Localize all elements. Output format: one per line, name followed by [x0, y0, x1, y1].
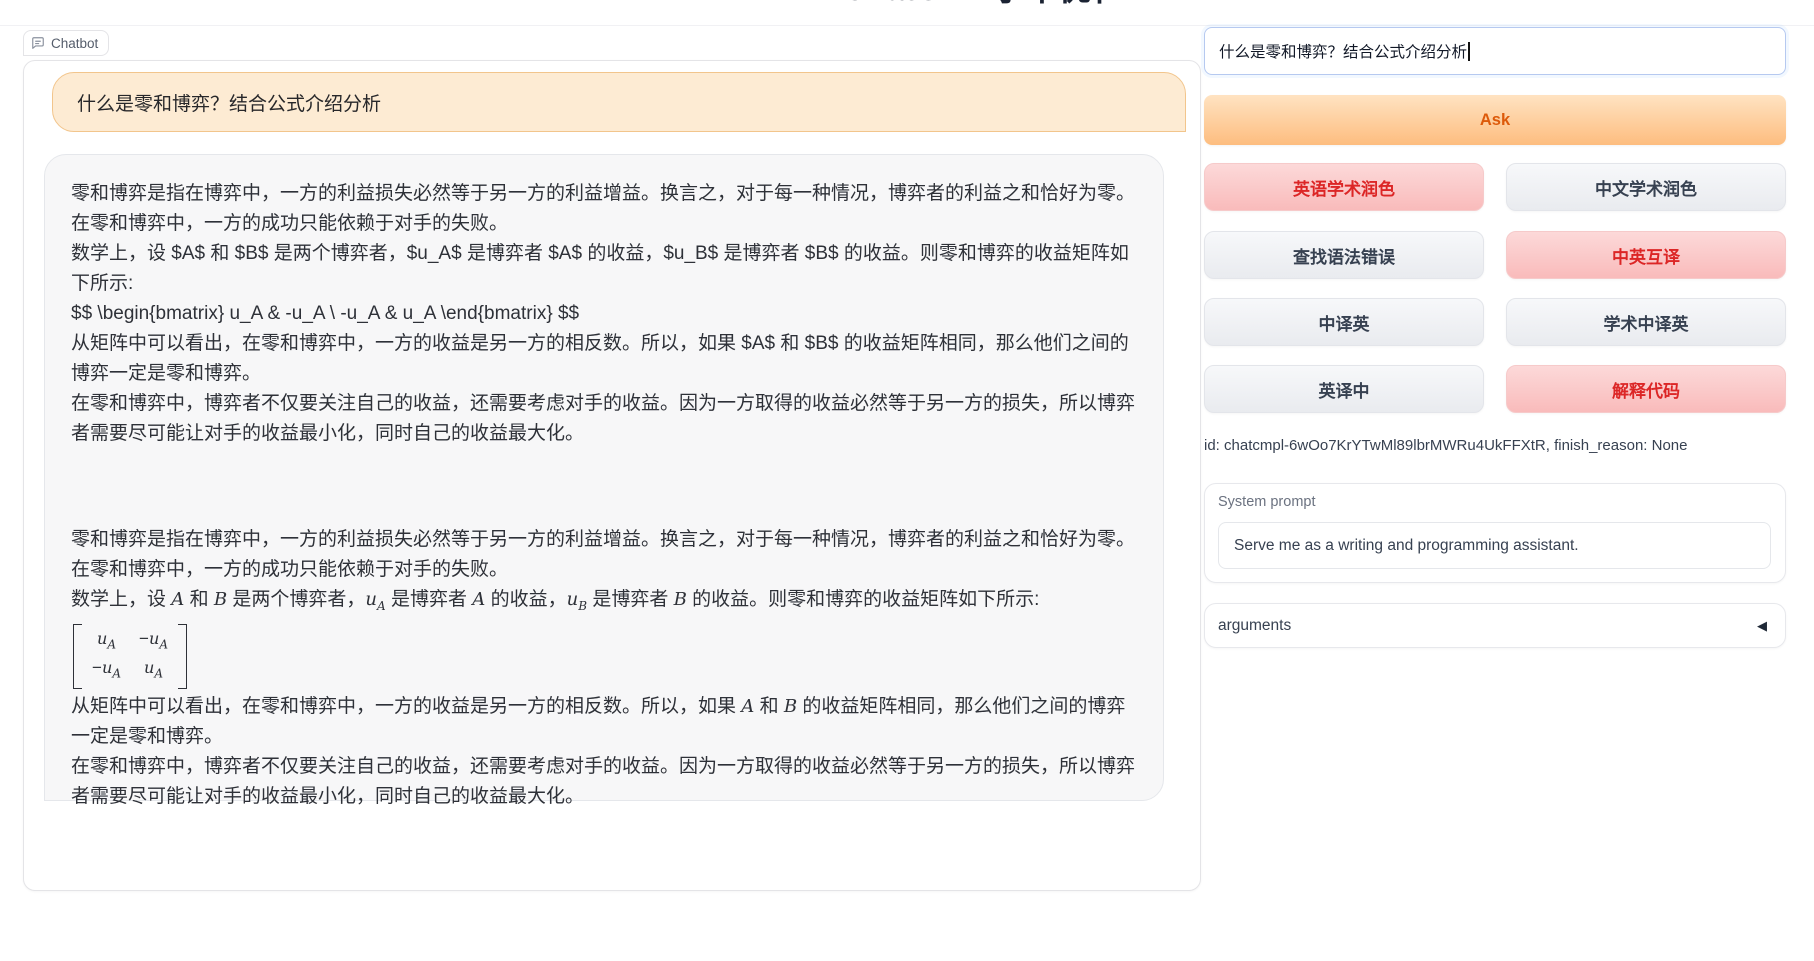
chatbot-label: Chatbot	[23, 30, 109, 56]
bot-rendered-paragraph: 数学上，设 A 和 B 是两个博弈者，uA 是博弈者 A 的收益，uB 是博弈者…	[71, 585, 1137, 621]
bot-raw-latex-line: $$ \begin{bmatrix} u_A & -u_A \ -u_A & u…	[71, 299, 1137, 329]
explain-code-button[interactable]: 解释代码	[1506, 365, 1786, 413]
bot-rendered-paragraph: 在零和博弈中，博弈者不仅要关注自己的收益，还需要考虑对手的收益。因为一方取得的收…	[71, 752, 1137, 812]
en-to-zh-button[interactable]: 英译中	[1204, 365, 1484, 413]
chinese-academic-polish-button[interactable]: 中文学术润色	[1506, 163, 1786, 211]
system-prompt-input[interactable]: Serve me as a writing and programming as…	[1218, 522, 1771, 569]
payoff-matrix: uA−uA−uAuA	[73, 624, 187, 689]
collapse-arrow-icon: ◀	[1757, 618, 1767, 634]
bot-raw-line: 数学上，设 $A$ 和 $B$ 是两个博弈者，$u_A$ 是博弈者 $A$ 的收…	[71, 239, 1137, 299]
user-message-bubble: 什么是零和博弈？结合公式介绍分析	[52, 72, 1186, 132]
arguments-accordion-label: arguments	[1218, 617, 1291, 635]
bot-rendered-block: 零和博弈是指在博弈中，一方的利益损失必然等于另一方的利益增益。换言之，对于每一种…	[71, 525, 1137, 812]
zh-en-mutual-translate-button[interactable]: 中英互译	[1506, 231, 1786, 279]
top-divider	[0, 25, 1814, 26]
find-grammar-errors-button[interactable]: 查找语法错误	[1204, 231, 1484, 279]
academic-zh-to-en-button[interactable]: 学术中译英	[1506, 298, 1786, 346]
bot-raw-line: 从矩阵中可以看出，在零和博弈中，一方的收益是另一方的相反数。所以，如果 $A$ …	[71, 329, 1137, 389]
system-prompt-card: System prompt Serve me as a writing and …	[1204, 483, 1786, 583]
question-input-value: 什么是零和博弈？结合公式介绍分析	[1219, 40, 1467, 62]
system-prompt-label: System prompt	[1218, 494, 1316, 510]
english-academic-polish-button[interactable]: 英语学术润色	[1204, 163, 1484, 211]
bot-message-bubble: 零和博弈是指在博弈中，一方的利益损失必然等于另一方的利益增益。换言之，对于每一种…	[44, 154, 1164, 801]
bot-raw-block: 零和博弈是指在博弈中，一方的利益损失必然等于另一方的利益增益。换言之，对于每一种…	[71, 179, 1137, 449]
bot-rendered-paragraph: 从矩阵中可以看出，在零和博弈中，一方的收益是另一方的相反数。所以，如果 A 和 …	[71, 692, 1137, 752]
bot-raw-line: 在零和博弈中，博弈者不仅要关注自己的收益，还需要考虑对手的收益。因为一方取得的收…	[71, 389, 1137, 449]
page-title-cropped: ChatGPT 学术优化	[842, 0, 1102, 9]
paragraph-gap	[71, 449, 1137, 525]
chat-bubble-icon	[31, 36, 45, 50]
arguments-accordion[interactable]: arguments ◀	[1204, 603, 1786, 648]
text-caret	[1468, 42, 1470, 61]
question-input[interactable]: 什么是零和博弈？结合公式介绍分析	[1204, 27, 1786, 75]
zh-to-en-button[interactable]: 中译英	[1204, 298, 1484, 346]
bot-rendered-paragraph: 零和博弈是指在博弈中，一方的利益损失必然等于另一方的利益增益。换言之，对于每一种…	[71, 525, 1137, 585]
completion-id-text: id: chatcmpl-6wOo7KrYTwMl89lbrMWRu4UkFFX…	[1204, 437, 1688, 454]
chatbot-label-text: Chatbot	[51, 36, 98, 51]
user-message-text: 什么是零和博弈？结合公式介绍分析	[77, 89, 381, 116]
ask-button[interactable]: Ask	[1204, 95, 1786, 145]
bot-raw-line: 零和博弈是指在博弈中，一方的利益损失必然等于另一方的利益增益。换言之，对于每一种…	[71, 179, 1137, 239]
